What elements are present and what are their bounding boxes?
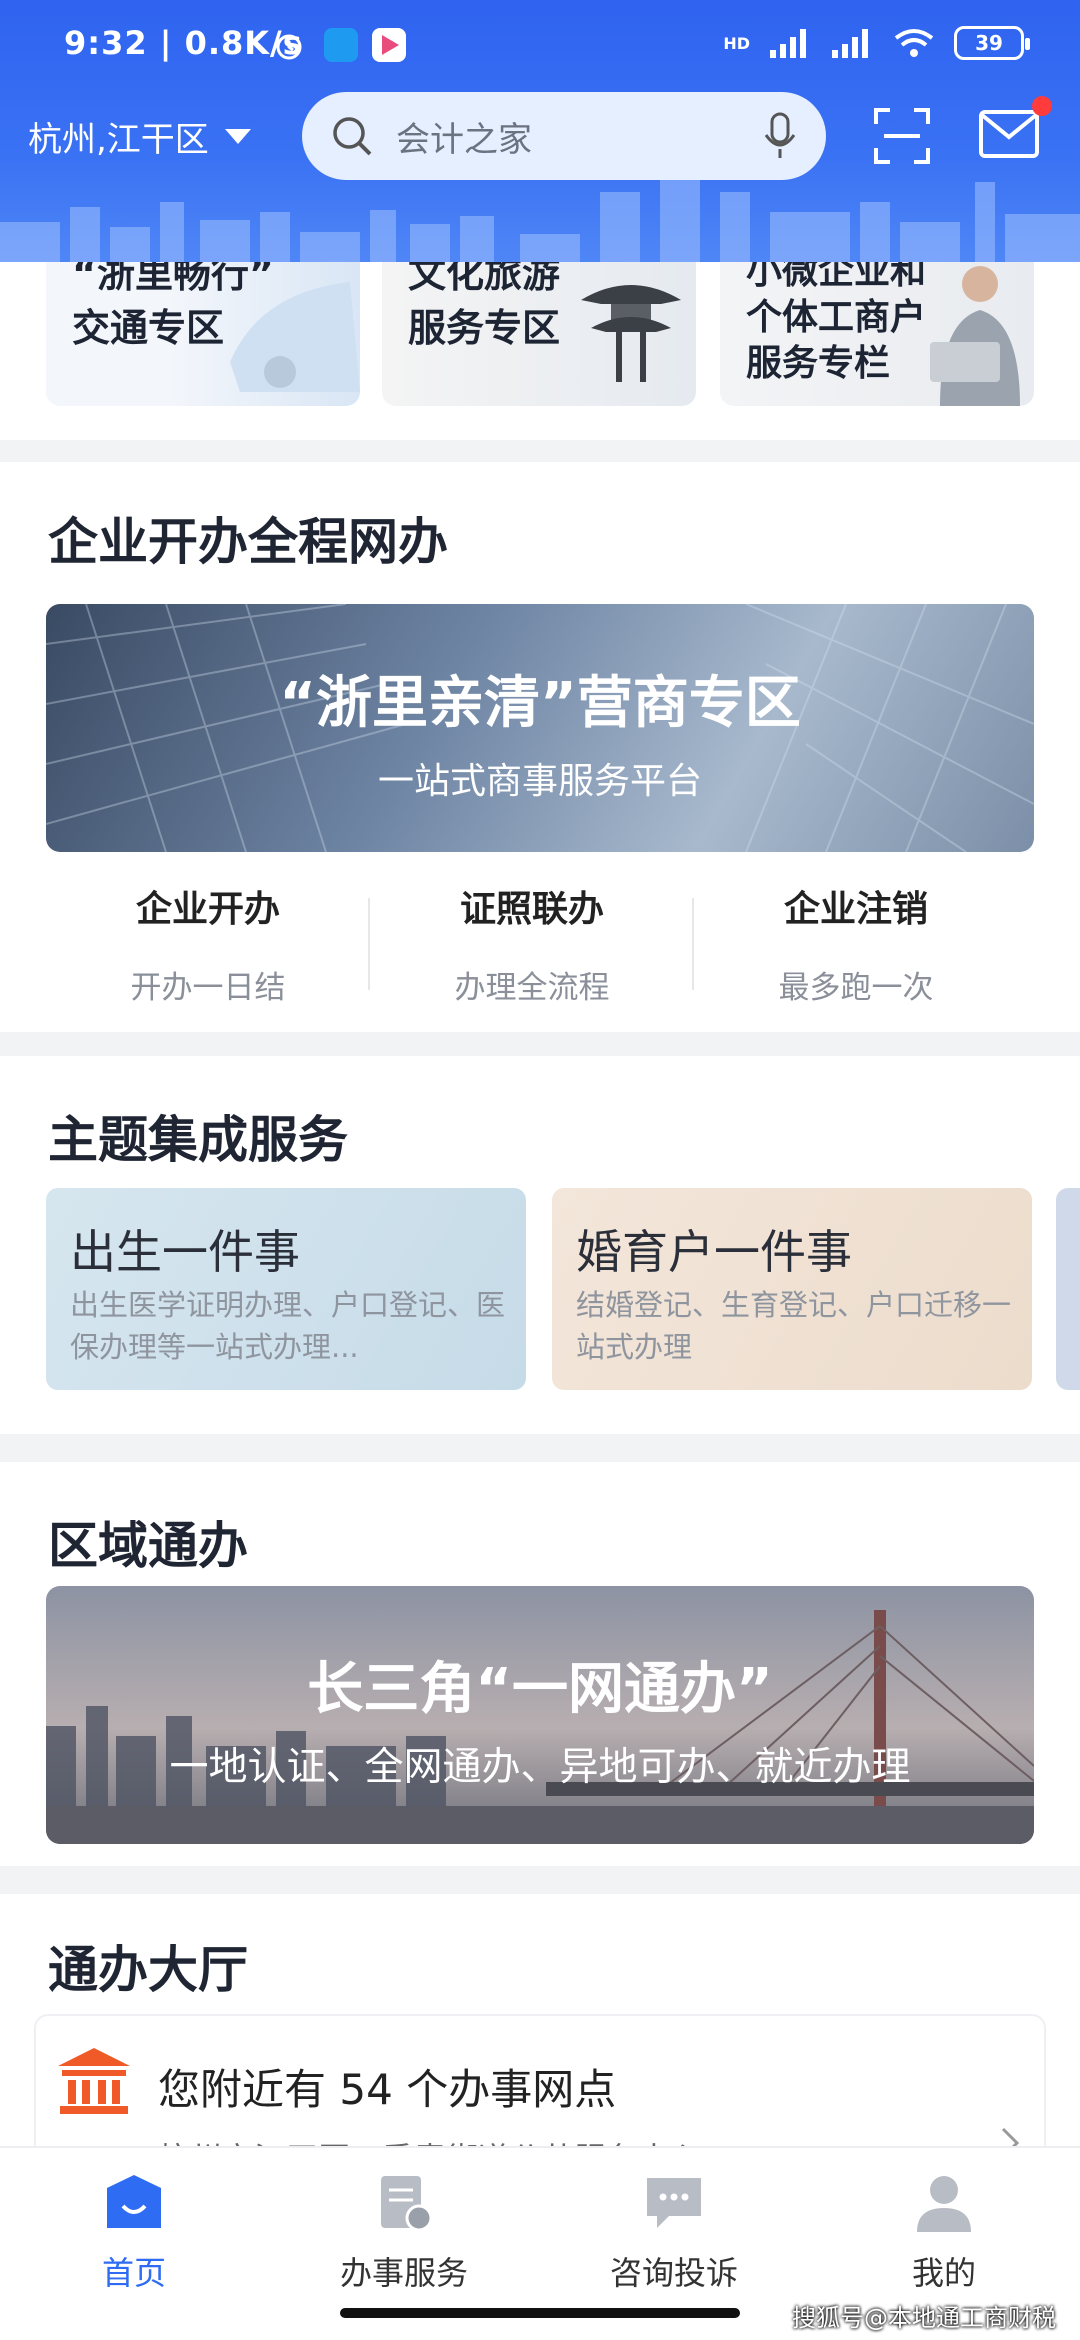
mail-icon[interactable]	[978, 106, 1040, 162]
watermark-text: 搜狐号@本地通工商财税	[792, 2304, 1056, 2332]
play-store-icon	[372, 28, 406, 62]
microphone-icon[interactable]	[762, 111, 798, 161]
shortcut-subtitle: 最多跑一次	[778, 970, 934, 1006]
section-title: 企业开办全程网办	[48, 513, 448, 571]
divider	[692, 898, 694, 990]
document-icon	[381, 2176, 433, 2232]
section-title: 区域通办	[48, 1517, 248, 1575]
banner-subtitle: 一地认证、全网通办、异地可办、就近办理	[169, 1745, 911, 1790]
search-input[interactable]: 会计之家	[396, 112, 762, 161]
chat-icon	[647, 2178, 701, 2228]
top-nav: 杭州,江干区 会计之家	[0, 90, 1080, 186]
shortcut-title: 企业注销	[783, 889, 928, 930]
section-title: 主题集成服务	[48, 1111, 348, 1169]
tab-label: 我的	[911, 2254, 976, 2292]
next-theme-card-peek[interactable]	[1056, 1188, 1080, 1390]
traffic-zone-card[interactable]: “浙里畅行” 交通专区	[46, 262, 360, 406]
theme-description: 结婚登记、生育登记、户口迁移一站式办理	[576, 1288, 1012, 1364]
cell-signal-2-icon	[832, 29, 868, 58]
battery-indicator: 39	[954, 26, 1030, 60]
enterprise-shortcuts: 企业开办 开办一日结 证照联办 办理全流程 企业注销 最多跑一次	[0, 880, 1080, 1020]
app-header: 9:32 | 0.8K/s HD 39 杭州,江干区 会计之家	[0, 0, 1080, 262]
banner-title: “浙里亲清”营商专区	[279, 671, 801, 736]
tab-label: 办事服务	[339, 2254, 468, 2292]
status-bar: 9:32 | 0.8K/s HD 39	[0, 18, 1080, 74]
person-illustration	[930, 266, 1020, 406]
birth-service-card[interactable]: 出生一件事 出生医学证明办理、户口登记、医保办理等一站式办理...	[46, 1188, 526, 1390]
status-time: 9:32 | 0.8K/s	[64, 24, 303, 62]
card-label: 服务专栏	[746, 343, 891, 384]
tab-consult[interactable]: 咨询投诉	[574, 2172, 774, 2294]
location-selector[interactable]: 杭州,江干区	[28, 112, 251, 161]
culture-tourism-card[interactable]: 文化旅游 服务专区	[382, 262, 696, 406]
card-label: 文化旅游	[408, 262, 561, 296]
tab-label: 首页	[101, 2254, 166, 2292]
nearby-count-text: 您附近有 54 个办事网点	[158, 2065, 617, 2114]
search-bar[interactable]: 会计之家	[302, 92, 826, 180]
tab-label: 咨询投诉	[609, 2254, 738, 2292]
card-label: 交通专区	[72, 306, 225, 350]
scan-icon[interactable]	[872, 106, 932, 166]
theme-title: 出生一件事	[70, 1225, 300, 1279]
unread-badge	[1032, 96, 1052, 116]
app-notification-icon	[324, 28, 358, 62]
car-illustration	[230, 282, 360, 392]
wifi-icon	[894, 29, 934, 57]
location-label: 杭州,江干区	[28, 120, 209, 160]
divider	[368, 898, 370, 990]
section-title: 通办大厅	[48, 1941, 248, 1999]
banner-subtitle: 一站式商事服务平台	[377, 761, 702, 802]
card-label: 个体工商户	[746, 297, 927, 338]
tab-services[interactable]: 办事服务	[304, 2172, 504, 2294]
home-indicator[interactable]	[340, 2308, 740, 2318]
shortcut-subtitle: 办理全流程	[454, 970, 610, 1006]
cell-signal-icon	[770, 29, 806, 58]
license-joint-item[interactable]: 证照联办 办理全流程	[352, 880, 712, 1007]
home-icon	[107, 2175, 161, 2228]
enterprise-open-item[interactable]: 企业开办 开办一日结	[28, 880, 388, 1007]
card-label: 服务专区	[408, 306, 561, 350]
shortcut-subtitle: 开办一日结	[130, 970, 286, 1006]
theme-description: 出生医学证明办理、户口登记、医保办理等一站式办理...	[70, 1288, 506, 1364]
business-zone-banner[interactable]: “浙里亲清”营商专区 一站式商事服务平台	[46, 604, 1034, 852]
tab-home[interactable]: 首页	[34, 2172, 234, 2294]
banner-title: 长三角“一网通办”	[307, 1657, 773, 1722]
small-business-card[interactable]: 小微企业和 个体工商户 服务专栏	[720, 262, 1034, 406]
marriage-service-card[interactable]: 婚育户一件事 结婚登记、生育登记、户口迁移一站式办理	[552, 1188, 1032, 1390]
tab-profile[interactable]: 我的	[844, 2172, 1044, 2294]
alarm-icon	[276, 34, 302, 60]
quick-zone-cards: “浙里畅行” 交通专区 文化旅游 服务专区 小微企业和 个体工商户 服务专栏	[0, 262, 1080, 440]
pavilion-illustration	[581, 285, 681, 382]
theme-title: 婚育户一件事	[576, 1225, 852, 1279]
user-icon	[917, 2176, 971, 2232]
shortcut-title: 证照联办	[459, 889, 604, 930]
outlet-count: 54	[339, 2065, 393, 2114]
shortcut-title: 企业开办	[135, 889, 280, 930]
chevron-down-icon	[224, 129, 251, 144]
government-building-icon	[58, 2048, 130, 2114]
hd-label: HD	[723, 33, 750, 53]
yangtze-delta-banner[interactable]: 长三角“一网通办” 一地认证、全网通办、异地可办、就近办理	[46, 1586, 1034, 1844]
search-icon	[333, 117, 372, 156]
enterprise-cancel-item[interactable]: 企业注销 最多跑一次	[676, 880, 1036, 1007]
